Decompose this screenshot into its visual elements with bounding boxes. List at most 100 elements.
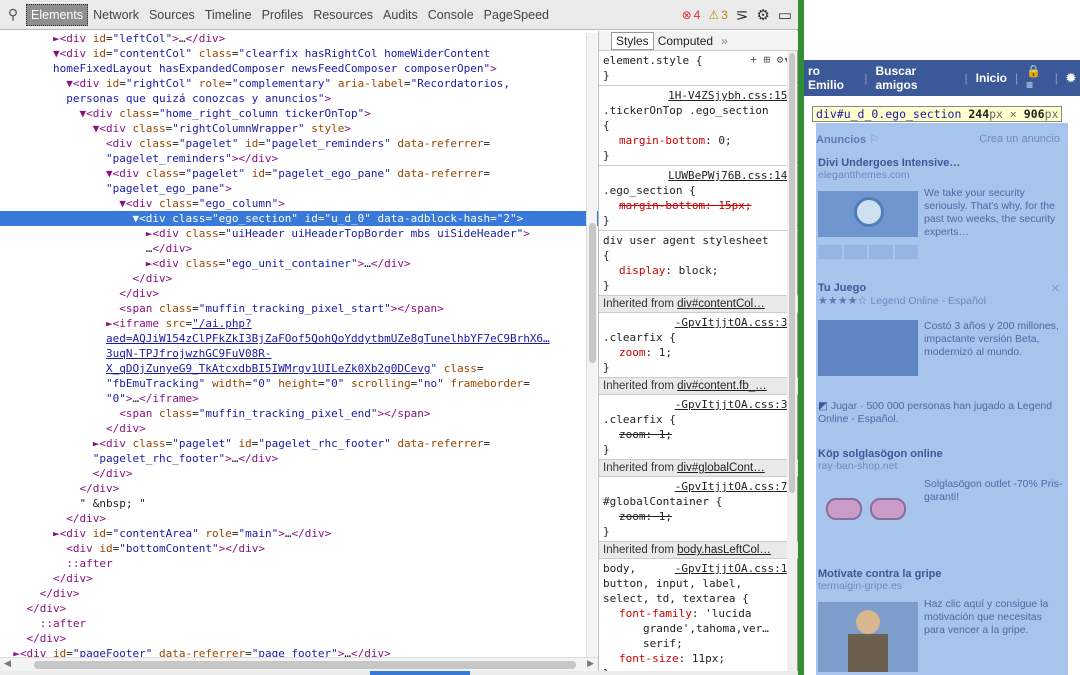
tab-pagespeed[interactable]: PageSpeed (479, 0, 554, 30)
nav-profile-link[interactable]: ro Emilio (804, 64, 860, 92)
rule-source-link[interactable]: -GpvItjjtOA.css:19 (675, 561, 794, 576)
dom-node[interactable]: </div> (0, 271, 598, 286)
property-name[interactable]: zoom (619, 346, 646, 359)
style-rule-2[interactable]: LUWBePWj76B.css:140 .ego_section { margi… (599, 166, 798, 231)
tab-sources[interactable]: Sources (144, 0, 200, 30)
dom-node[interactable]: ►<iframe src="/ai.php? (0, 316, 598, 331)
settings-icon[interactable]: ✹ (1062, 71, 1080, 85)
ad-item-1[interactable]: Divi Undergoes Intensive… elegantthemes.… (816, 157, 1068, 267)
styles-scroll-thumb[interactable] (789, 53, 795, 493)
dom-node[interactable]: ►<div class="uiHeader uiHeaderTopBorder … (0, 226, 598, 241)
dom-node[interactable]: </div> (0, 631, 598, 646)
dom-node[interactable]: ::after (0, 556, 598, 571)
rule-source-link[interactable]: 1H-V4ZSjybh.css:156 (668, 88, 794, 103)
dom-tree[interactable]: ►<div id="leftCol">…</div> ▼<div id="con… (0, 31, 598, 657)
dom-node[interactable]: ►<div id="pageFooter" data-referrer="pag… (0, 646, 598, 657)
ad-image[interactable] (818, 602, 918, 672)
tab-console[interactable]: Console (423, 0, 479, 30)
ad-item-2[interactable]: Tu Juego ✕ ★★★★☆ Legend Online - Español… (816, 282, 1068, 432)
style-rule-7[interactable]: -GpvItjjtOA.css:19 body, button, input, … (599, 559, 798, 675)
dom-node[interactable]: ►<div class="pagelet" id="pagelet_rhc_fo… (0, 436, 598, 451)
dom-node[interactable]: ►<div id="leftCol">…</div> (0, 31, 598, 46)
dom-node[interactable]: 3uqN-TPJfrojwzhGC9FuV08R- (0, 346, 598, 361)
dom-node[interactable]: </div> (0, 421, 598, 436)
tab-timeline[interactable]: Timeline (200, 0, 257, 30)
overridden-property[interactable]: zoom: 1; (603, 509, 794, 524)
styles-scrollbar[interactable] (787, 51, 797, 671)
dom-node[interactable]: </div> (0, 466, 598, 481)
style-rule-4[interactable]: -GpvItjjtOA.css:35 .clearfix { zoom: 1; … (599, 313, 798, 378)
dom-node[interactable]: <span class="muffin_tracking_pixel_end">… (0, 406, 598, 421)
dom-node[interactable]: ▼<div class="ego_column"> (0, 196, 598, 211)
property-name[interactable]: font-family (619, 607, 692, 620)
tab-network[interactable]: Network (88, 0, 144, 30)
ad-title[interactable]: Köp solglasögon online (816, 448, 1068, 460)
dom-node[interactable]: " &nbsp; " (0, 496, 598, 511)
dom-node[interactable]: <div id="bottomContent"></div> (0, 541, 598, 556)
dom-horizontal-scrollbar[interactable]: ◀ ▶ (0, 657, 598, 671)
style-rule-6[interactable]: -GpvItjjtOA.css:77 #globalContainer { zo… (599, 477, 798, 542)
property-name[interactable]: font-size (619, 652, 679, 665)
ad-title[interactable]: Motívate contra la gripe (816, 568, 1068, 580)
ad-image[interactable] (818, 484, 918, 540)
dom-horizontal-scroll-thumb[interactable] (34, 661, 576, 669)
rule-source-link[interactable]: -GpvItjjtOA.css:35 (675, 315, 794, 330)
dom-node[interactable]: ▼<div class="rightColumnWrapper" style> (0, 121, 598, 136)
dom-node[interactable]: "pagelet_ego_pane"> (0, 181, 598, 196)
overridden-property[interactable]: zoom: 1; (603, 427, 794, 442)
tab-styles[interactable]: Styles (611, 31, 654, 50)
rule-source-link[interactable]: -GpvItjjtOA.css:77 (675, 479, 794, 494)
rule-source-link[interactable]: LUWBePWj76B.css:140 (668, 168, 794, 183)
close-icon[interactable]: ✕ (1051, 282, 1060, 295)
error-count[interactable]: ⊗ 4 (682, 8, 701, 22)
dom-node[interactable]: "pagelet_reminders"></div> (0, 151, 598, 166)
tab-computed[interactable]: Computed (654, 33, 717, 49)
property-value[interactable]: 0; (718, 134, 731, 147)
nav-find-friends[interactable]: Buscar amigos (871, 64, 960, 92)
dom-node[interactable]: </div> (0, 586, 598, 601)
dom-node[interactable]: <div class="pagelet" id="pagelet_reminde… (0, 136, 598, 151)
property-value[interactable]: 11px; (692, 652, 725, 665)
property-value[interactable]: 1; (659, 346, 672, 359)
more-tabs-icon[interactable]: » (717, 33, 732, 49)
warning-count[interactable]: ⚠ 3 (708, 8, 727, 22)
dom-node[interactable]: "pagelet_rhc_footer">…</div> (0, 451, 598, 466)
property-name[interactable]: margin-bottom (619, 134, 705, 147)
ad-title[interactable]: Divi Undergoes Intensive… (816, 157, 1068, 169)
inherited-link[interactable]: div#globalCont… (677, 462, 765, 474)
ad-title[interactable]: Tu Juego (816, 282, 1068, 294)
scroll-left-icon[interactable]: ◀ (4, 658, 11, 669)
tab-elements[interactable]: Elements (26, 3, 89, 26)
console-drawer-icon[interactable]: ⋝ (736, 6, 749, 24)
rule-source-link[interactable]: -GpvItjjtOA.css:35 (675, 397, 794, 412)
style-rule-5[interactable]: -GpvItjjtOA.css:35 .clearfix { zoom: 1; … (599, 395, 798, 460)
ad-image[interactable] (818, 191, 918, 237)
dom-node[interactable]: ▼<div id="rightCol" role="complementary"… (0, 76, 598, 91)
ad-item-4[interactable]: Motívate contra la gripe termalgin-gripe… (816, 568, 1068, 673)
dom-node[interactable]: ▼<div class="home_right_column tickerOnT… (0, 106, 598, 121)
dom-node[interactable]: aed=AQJiW154zClPFkZkI3BjZaFOof5QohQoYddy… (0, 331, 598, 346)
dom-node[interactable]: ►<div id="contentArea" role="main">…</di… (0, 526, 598, 541)
scroll-right-icon[interactable]: ▶ (587, 658, 594, 669)
dom-node[interactable]: </div> (0, 511, 598, 526)
dom-node[interactable]: X_qDOjZunyeG9_TkAtcxdbBI5IWMrgv1UILeZk0X… (0, 361, 598, 376)
dom-node[interactable]: </div> (0, 286, 598, 301)
dom-node[interactable]: ::after (0, 616, 598, 631)
inherited-link[interactable]: div#contentCol… (677, 298, 765, 310)
dom-node[interactable]: "fbEmuTracking" width="0" height="0" scr… (0, 376, 598, 391)
dom-node[interactable]: ▼<div class="pagelet" id="pagelet_ego_pa… (0, 166, 598, 181)
dom-node[interactable]: <span class="muffin_tracking_pixel_start… (0, 301, 598, 316)
dom-vertical-scroll-thumb[interactable] (589, 223, 596, 363)
dom-node-selected[interactable]: ▼<div class="ego_section" id="u_d_0" dat… (0, 211, 598, 226)
search-icon[interactable]: ⚲ (0, 4, 26, 26)
tab-resources[interactable]: Resources (308, 0, 378, 30)
property-value[interactable]: 'lucida (705, 607, 751, 620)
add-rule-icon[interactable]: + ⊞ ⚙▾ (750, 52, 790, 67)
create-ad-link[interactable]: Crea un anuncio (979, 133, 1060, 145)
dom-node[interactable]: "0">…</iframe> (0, 391, 598, 406)
ad-item-3[interactable]: Köp solglasögon online ray-ban-shop.net … (816, 448, 1068, 558)
ad-image[interactable] (818, 320, 918, 376)
dom-node[interactable]: …</div> (0, 241, 598, 256)
gear-icon[interactable]: ⚙ (756, 6, 769, 24)
dock-icon[interactable]: ▭ (778, 6, 792, 24)
